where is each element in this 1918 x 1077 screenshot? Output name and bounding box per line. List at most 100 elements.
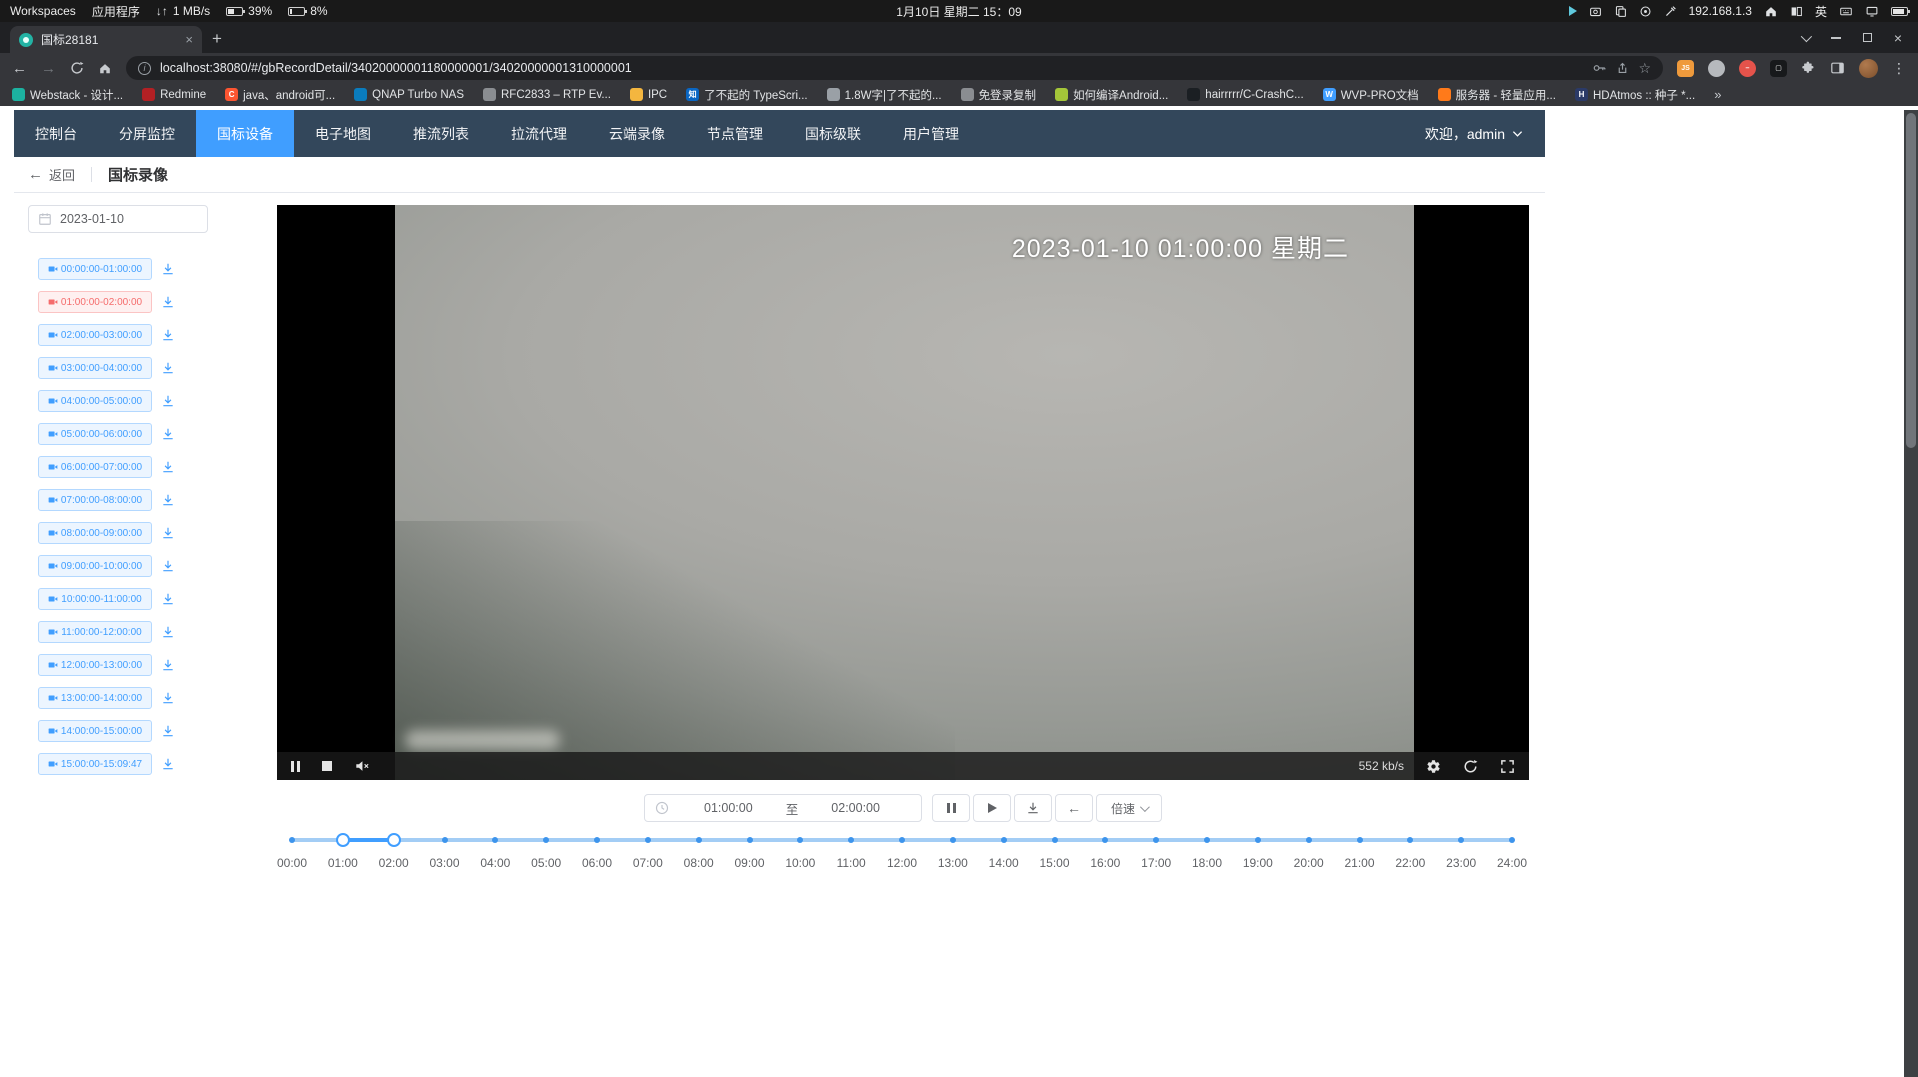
bookmark-item[interactable]: C java、android可... [225,87,335,103]
color-picker-icon[interactable] [1639,5,1652,18]
bookmark-item[interactable]: RFC2833 – RTP Ev... [483,88,611,101]
back-button[interactable]: ← [12,61,27,76]
bookmark-item[interactable]: 1.8W字|了不起的... [827,87,942,103]
segment-download-button[interactable] [161,592,175,606]
bookmarks-overflow-chevron[interactable]: » [1714,87,1721,102]
new-tab-button[interactable]: + [212,29,222,49]
segment-chip-9[interactable]: 09:00:00-10:00:00 [38,555,152,577]
bookmark-item[interactable]: 服务器 - 轻量应用... [1438,87,1556,103]
segment-download-button[interactable] [161,394,175,408]
segment-download-button[interactable] [161,328,175,342]
browser-menu-icon[interactable]: ⋮ [1892,60,1906,77]
segment-download-button[interactable] [161,295,175,309]
bookmark-item[interactable]: 如何编译Android... [1055,87,1168,103]
start-time-value[interactable]: 01:00:00 [673,801,784,815]
forward-button[interactable]: → [41,61,56,76]
segment-download-button[interactable] [161,427,175,441]
segment-chip-1[interactable]: 01:00:00-02:00:00 [38,291,152,313]
segment-download-button[interactable] [161,559,175,573]
nav-item-e-map[interactable]: 电子地图 [294,110,392,157]
browser-tab[interactable]: 国标28181 × [10,26,202,53]
segment-download-button[interactable] [161,625,175,639]
profile-avatar[interactable] [1859,59,1878,78]
browser-scrollbar[interactable] [1904,110,1918,1077]
nav-item-split-screen[interactable]: 分屏监控 [98,110,196,157]
window-switcher-icon[interactable] [1790,5,1803,18]
nav-item-gb-devices[interactable]: 国标设备 [196,110,294,157]
segment-download-button[interactable] [161,724,175,738]
battery-status-icon[interactable] [1891,7,1908,16]
segment-download-button[interactable] [161,460,175,474]
window-minimize-button[interactable] [1831,37,1841,39]
player-stop-button[interactable] [322,761,332,771]
timeline-handle[interactable] [387,833,401,847]
bookmark-item[interactable]: hairrrrr/C-CrashC... [1187,88,1303,101]
player-mute-button[interactable] [354,759,370,773]
screenshot-icon[interactable] [1589,5,1602,18]
extension-recorder-icon[interactable]: ▢ [1770,60,1787,77]
player-fullscreen-button[interactable] [1500,759,1515,774]
segment-download-button[interactable] [161,262,175,276]
password-key-icon[interactable] [1592,61,1607,75]
player-settings-button[interactable] [1426,759,1441,774]
tab-close-icon[interactable]: × [185,33,193,46]
play-button[interactable] [973,794,1011,822]
segment-chip-14[interactable]: 14:00:00-15:00:00 [38,720,152,742]
side-panel-icon[interactable] [1830,61,1845,75]
window-menu-chevron-icon[interactable] [1801,30,1812,41]
segment-download-button[interactable] [161,526,175,540]
segment-chip-11[interactable]: 11:00:00-12:00:00 [38,621,152,643]
extension-blocker-icon[interactable]: – [1739,60,1756,77]
reload-button[interactable] [70,61,84,75]
keyboard-icon[interactable] [1839,5,1853,18]
segment-download-button[interactable] [161,757,175,771]
download-button[interactable] [1014,794,1052,822]
video-player[interactable]: 2023-01-10 01:00:00 星期二 552 kb/s [277,205,1529,780]
segment-chip-6[interactable]: 06:00:00-07:00:00 [38,456,152,478]
bookmark-item[interactable]: IPC [630,88,667,101]
segment-download-button[interactable] [161,493,175,507]
nav-item-user-manage[interactable]: 用户管理 [882,110,980,157]
segment-chip-7[interactable]: 07:00:00-08:00:00 [38,489,152,511]
date-picker-input[interactable]: 2023-01-10 [28,205,208,233]
extensions-puzzle-icon[interactable] [1801,61,1816,76]
segment-chip-8[interactable]: 08:00:00-09:00:00 [38,522,152,544]
player-pause-button[interactable] [291,761,300,772]
address-bar[interactable]: i localhost:38080/#/gbRecordDetail/34020… [126,56,1663,80]
nav-item-dashboard[interactable]: 控制台 [14,110,98,157]
clipboard-icon[interactable] [1614,5,1627,18]
segment-chip-15[interactable]: 15:00:00-15:09:47 [38,753,152,775]
bookmark-item[interactable]: Redmine [142,88,206,101]
segment-chip-12[interactable]: 12:00:00-13:00:00 [38,654,152,676]
end-time-value[interactable]: 02:00:00 [800,801,911,815]
player-refresh-button[interactable] [1463,759,1478,774]
share-icon[interactable] [1616,61,1629,75]
bookmark-item[interactable]: Webstack - 设计... [12,87,123,103]
segment-chip-0[interactable]: 00:00:00-01:00:00 [38,258,152,280]
site-info-icon[interactable]: i [138,62,151,75]
scrollbar-thumb[interactable] [1906,113,1916,448]
back-link[interactable]: ← 返回 [28,165,75,184]
timeline-handle[interactable] [336,833,350,847]
segment-download-button[interactable] [161,691,175,705]
nav-item-pull-proxy[interactable]: 拉流代理 [490,110,588,157]
segment-chip-10[interactable]: 10:00:00-11:00:00 [38,588,152,610]
segment-chip-13[interactable]: 13:00:00-14:00:00 [38,687,152,709]
ip-address-label[interactable]: 192.168.1.3 [1689,4,1752,18]
user-menu[interactable]: 欢迎，admin [1425,110,1545,157]
segment-chip-2[interactable]: 02:00:00-03:00:00 [38,324,152,346]
nav-item-node-manage[interactable]: 节点管理 [686,110,784,157]
segment-chip-3[interactable]: 03:00:00-04:00:00 [38,357,152,379]
window-close-button[interactable]: × [1894,30,1902,46]
segment-download-button[interactable] [161,658,175,672]
segment-chip-5[interactable]: 05:00:00-06:00:00 [38,423,152,445]
bookmark-item[interactable]: H HDAtmos :: 种子 *... [1575,87,1695,103]
home-button[interactable] [98,61,112,75]
playback-timeline[interactable]: 00:0001:0002:0003:0004:0005:0006:0007:00… [292,830,1512,878]
window-maximize-button[interactable] [1863,33,1872,42]
pause-button[interactable] [932,794,970,822]
bookmark-star-icon[interactable]: ☆ [1638,60,1651,77]
nav-item-gb-cascade[interactable]: 国标级联 [784,110,882,157]
tools-icon[interactable] [1664,5,1677,18]
time-range-input[interactable]: 01:00:00 至 02:00:00 [644,794,922,822]
